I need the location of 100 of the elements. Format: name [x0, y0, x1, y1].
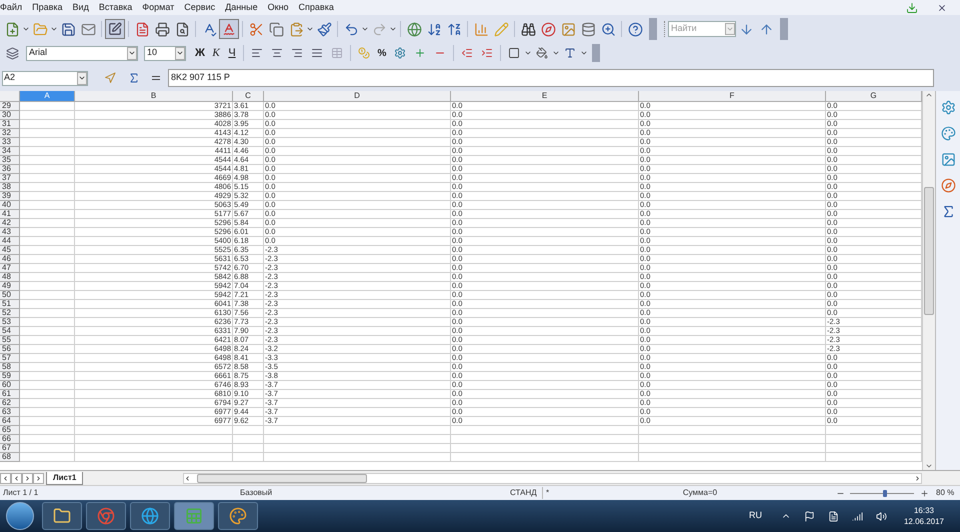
row-header[interactable]: 58 [0, 363, 20, 372]
zoom-slider[interactable] [850, 490, 914, 496]
taskbar-app-button[interactable] [130, 502, 170, 530]
row-header[interactable]: 47 [0, 264, 20, 273]
name-box[interactable]: A2 [2, 70, 88, 86]
start-button[interactable] [6, 502, 34, 530]
row-header[interactable]: 56 [0, 345, 20, 354]
row-header[interactable]: 64 [0, 417, 20, 426]
edit-mode-button[interactable] [105, 19, 125, 39]
row-header[interactable]: 68 [0, 453, 20, 462]
row-header[interactable]: 44 [0, 237, 20, 246]
row-header[interactable]: 52 [0, 309, 20, 318]
row-header[interactable]: 54 [0, 327, 20, 336]
percent-button[interactable]: % [374, 45, 390, 61]
row-header[interactable]: 53 [0, 318, 20, 327]
column-header[interactable]: C [233, 91, 264, 101]
row-header[interactable]: 60 [0, 381, 20, 390]
taskbar-app-button[interactable] [218, 502, 258, 530]
taskbar-app-button[interactable] [42, 502, 82, 530]
menu-item[interactable]: Вставка [98, 0, 132, 14]
table-cell [20, 291, 75, 300]
sheet-navigation-button[interactable] [0, 472, 11, 484]
row-header[interactable]: 31 [0, 120, 20, 129]
column-header[interactable]: F [639, 91, 826, 101]
browser-icon [97, 507, 115, 525]
table-cell [20, 381, 75, 390]
font-name-field[interactable]: Arial [26, 46, 138, 60]
row-header[interactable]: 59 [0, 372, 20, 381]
scroll-down-icon[interactable] [925, 462, 933, 470]
scroll-right-icon[interactable] [914, 474, 921, 482]
clock-date: 12.06.2017 [904, 516, 944, 527]
row-header[interactable]: 29 [0, 102, 20, 111]
row-header[interactable]: 66 [0, 435, 20, 444]
toolbar-handle[interactable] [780, 18, 788, 40]
row-header[interactable]: 63 [0, 408, 20, 417]
row-header[interactable]: 39 [0, 192, 20, 201]
row-header[interactable]: 34 [0, 147, 20, 156]
menu-item[interactable]: Данные [225, 0, 258, 14]
row-header[interactable]: 38 [0, 183, 20, 192]
row-header[interactable]: 40 [0, 201, 20, 210]
font-size-field[interactable]: 10 [144, 46, 186, 60]
table-cell [20, 228, 75, 237]
column-header[interactable]: D [264, 91, 451, 101]
sheet-navigation-button[interactable] [11, 472, 22, 484]
menu-item[interactable]: Формат [142, 0, 174, 14]
row-header[interactable]: 46 [0, 255, 20, 264]
toolbar-handle[interactable] [649, 18, 657, 40]
menu-item[interactable]: Сервис [184, 0, 216, 14]
row-header[interactable]: 67 [0, 444, 20, 453]
menu-item[interactable]: Окно [268, 0, 289, 14]
column-header[interactable]: E [451, 91, 639, 101]
sheet-tab[interactable]: Лист1 [46, 472, 84, 484]
scrollbar-thumb[interactable] [924, 187, 934, 315]
scrollbar-thumb[interactable] [197, 474, 368, 482]
sheet-navigation-button[interactable] [33, 472, 44, 484]
menu-item[interactable]: Правка [32, 0, 63, 14]
formula-input-field[interactable]: 8K2 907 115 P [168, 69, 934, 87]
menu-item[interactable]: Вид [72, 0, 89, 14]
row-header[interactable]: 33 [0, 138, 20, 147]
row-header[interactable]: 37 [0, 174, 20, 183]
row-header[interactable]: 43 [0, 228, 20, 237]
table-cell [233, 435, 264, 444]
row-header[interactable]: 48 [0, 273, 20, 282]
spellcheck-underline-icon [222, 22, 236, 36]
text-style-button[interactable]: К [208, 45, 224, 61]
zoom-slider-thumb[interactable] [883, 490, 888, 496]
vertical-scrollbar[interactable] [922, 91, 935, 470]
scroll-up-icon[interactable] [925, 91, 933, 99]
menu-item[interactable]: Файл [0, 0, 22, 14]
row-header[interactable]: 57 [0, 354, 20, 363]
table-cell [20, 264, 75, 273]
row-header[interactable]: 62 [0, 399, 20, 408]
row-header[interactable]: 35 [0, 156, 20, 165]
row-header[interactable]: 42 [0, 219, 20, 228]
row-header[interactable]: 50 [0, 291, 20, 300]
row-header[interactable]: 30 [0, 111, 20, 120]
row-header[interactable]: 51 [0, 300, 20, 309]
page-style: Базовый [240, 487, 274, 499]
horizontal-scrollbar[interactable] [183, 472, 922, 484]
autospellcheck-button[interactable] [219, 19, 239, 39]
table-cell [20, 219, 75, 228]
menu-item[interactable]: Справка [298, 0, 334, 14]
text-style-button[interactable]: Ж [192, 45, 208, 61]
table-cell [20, 246, 75, 255]
row-header[interactable]: 55 [0, 336, 20, 345]
row-header[interactable]: 45 [0, 246, 20, 255]
row-header[interactable]: 49 [0, 282, 20, 291]
row-header[interactable]: 32 [0, 129, 20, 138]
sheet-navigation-button[interactable] [22, 472, 33, 484]
scroll-left-icon[interactable] [184, 474, 192, 482]
table-cell [20, 201, 75, 210]
toolbar-handle[interactable] [592, 44, 600, 62]
column-header[interactable]: B [75, 91, 233, 101]
row-header[interactable]: 65 [0, 426, 20, 435]
text-style-button[interactable]: Ч [224, 45, 240, 61]
row-header[interactable]: 36 [0, 165, 20, 174]
taskbar-app-button[interactable] [86, 502, 126, 530]
row-header[interactable]: 61 [0, 390, 20, 399]
language-indicator[interactable]: RU [748, 509, 762, 523]
row-header[interactable]: 41 [0, 210, 20, 219]
